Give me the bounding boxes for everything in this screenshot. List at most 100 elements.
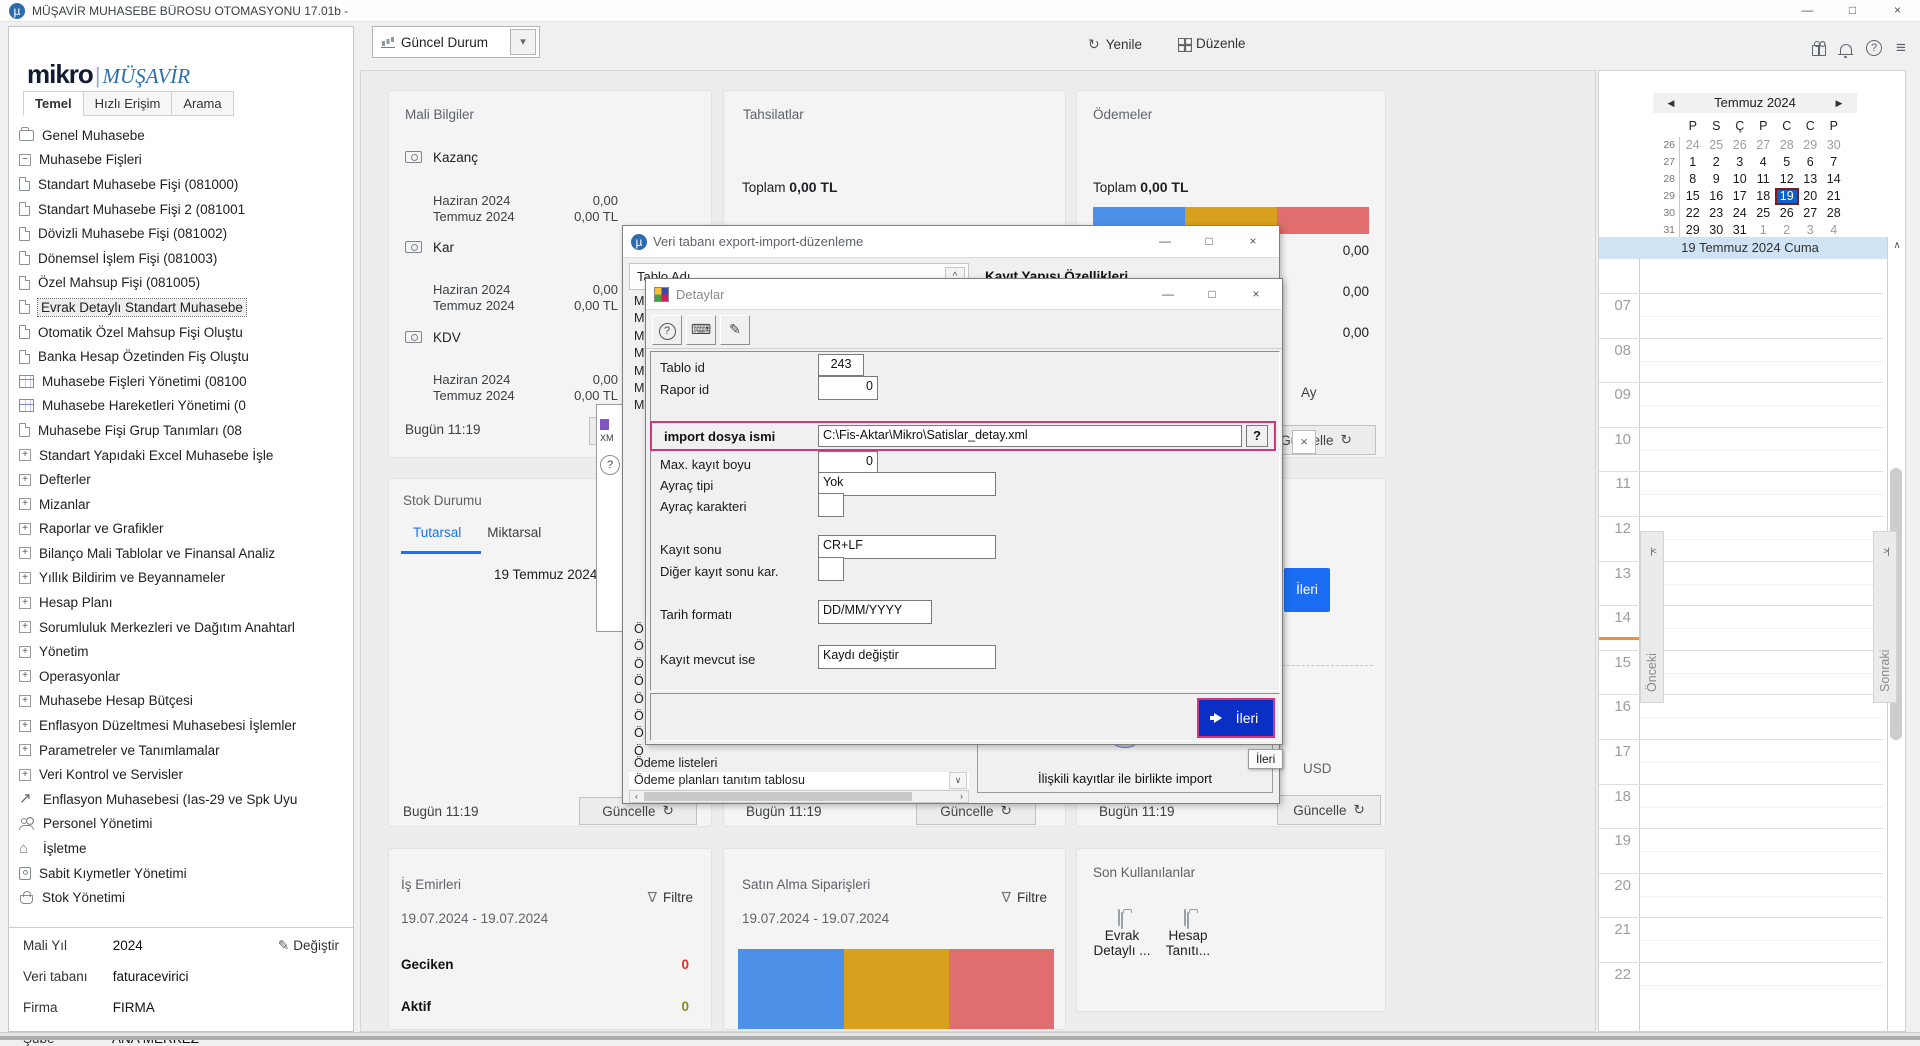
tree-item[interactable]: Muhasebe Fişleri [19,148,351,173]
tab-arama[interactable]: Arama [171,91,233,116]
tree-item[interactable]: Enflasyon Düzeltmesi Muhasebesi İşlemler [19,713,351,738]
calendar-next-icon[interactable]: ▶ [1829,93,1849,113]
wizard-next-button[interactable]: İleri [1284,568,1330,612]
field-ayrac-karakteri[interactable] [818,493,844,517]
calendar-day[interactable]: 12 [1775,171,1799,188]
next-appointment-bar[interactable]: >| Sonraki [1873,531,1897,703]
tab-tutarsal[interactable]: Tutarsal [413,525,461,540]
calendar-day[interactable]: 6 [1799,154,1823,171]
calendar-day[interactable]: 24 [1681,137,1705,154]
ileri-next-button[interactable]: İleri [1197,698,1275,738]
tree-item[interactable]: Standart Muhasebe Fişi (081000) [19,172,351,197]
field-tablo-id[interactable]: 243 [818,354,864,376]
dialog-close-button[interactable]: × [1231,226,1275,258]
notifications-bell-icon[interactable] [1840,44,1852,54]
table-list-row-selected[interactable]: Ödeme planları tanıtım tablosu [629,772,969,789]
tree-item[interactable]: Dövizli Muhasebe Fişi (081002) [19,221,351,246]
tree-item[interactable]: Bilanço Mali Tablolar ve Finansal Analiz [19,541,351,566]
dialog-minimize-button[interactable]: — [1146,279,1190,310]
view-selector-dropdown-button[interactable]: ▾ [510,29,536,55]
tree-item[interactable]: Defterler [19,467,351,492]
scroll-up-icon[interactable]: ∧ [1888,237,1906,255]
calendar-day[interactable]: 26 [1728,137,1752,154]
table-list-row[interactable]: Ödeme listeleri [629,755,969,772]
tree-item[interactable]: Banka Hesap Özetinden Fiş Oluştu [19,344,351,369]
tree-item[interactable]: Raporlar ve Grafikler [19,517,351,542]
tree-item[interactable]: Muhasebe Fişleri Yönetimi (08100 [19,369,351,394]
tree-item[interactable]: Özel Mahsup Fişi (081005) [19,271,351,296]
scrollbar-thumb[interactable] [644,792,912,801]
tree-item[interactable]: Genel Muhasebe [19,123,351,148]
calendar-day[interactable]: 21 [1822,188,1846,205]
calendar-day[interactable]: 28 [1822,205,1846,222]
tree-item[interactable]: Parametreler ve Tanımlamalar [19,738,351,763]
calendar-day[interactable]: 1 [1681,154,1705,171]
help-icon[interactable]: ? [600,455,620,475]
filter-button[interactable]: ∇Filtre [648,889,693,906]
calendar-day[interactable]: 30 [1822,137,1846,154]
dialog-maximize-button[interactable]: □ [1187,226,1231,258]
keyboard-button[interactable]: ⌨ [686,315,716,345]
calendar-day[interactable]: 3 [1728,154,1752,171]
calendar-day[interactable]: 9 [1705,171,1729,188]
field-tarih-formati[interactable]: DD/MM/YYYY [818,600,932,624]
field-ayrac-tipi[interactable]: Yok [818,472,996,496]
tree-item[interactable]: Operasyonlar [19,664,351,689]
calendar-day[interactable]: 19 [1775,188,1799,205]
tree-item[interactable]: Yıllık Bildirim ve Beyannameler [19,566,351,591]
tree-item[interactable]: Dönemsel İşlem Fişi (081003) [19,246,351,271]
previous-appointment-bar[interactable]: |< Önceki [1640,531,1664,703]
dialog-titlebar[interactable]: µ Veri tabanı export-import-düzenleme — … [623,226,1279,258]
tree-item[interactable]: Standart Yapıdaki Excel Muhasebe İşle [19,443,351,468]
field-diger-kayit-sonu[interactable] [818,557,844,581]
calendar-day[interactable]: 5 [1775,154,1799,171]
tree-item[interactable]: Enflasyon Muhasebesi (Ias-29 ve Spk Uyu [19,787,351,812]
tree-item[interactable]: Veri Kontrol ve Servisler [19,762,351,787]
tree-item[interactable]: Muhasebe Fişi Grup Tanımları (08 [19,418,351,443]
calendar-day[interactable]: 23 [1705,205,1729,222]
tree-item[interactable]: Muhasebe Hesap Bütçesi [19,689,351,714]
calendar-day[interactable]: 17 [1728,188,1752,205]
calendar-day[interactable]: 2 [1705,154,1729,171]
scroll-down-icon[interactable]: ∨ [949,772,967,789]
calendar-day[interactable]: 27 [1799,205,1823,222]
scroll-left-icon[interactable]: ‹ [630,791,643,802]
gift-icon[interactable] [1812,45,1826,56]
help-icon[interactable]: ? [1866,40,1882,56]
help-button[interactable]: ? [652,315,682,345]
field-kayit-sonu[interactable]: CR+LF [818,535,996,559]
calendar-day[interactable]: 4 [1752,154,1776,171]
calendar-day[interactable]: 11 [1752,171,1776,188]
field-rapor-id[interactable]: 0 [818,376,878,400]
popup-close-icon[interactable]: × [1292,430,1316,454]
tree-item[interactable]: İşletme [19,836,351,861]
hamburger-menu-icon[interactable]: ≡ [1896,41,1906,55]
window-minimize-button[interactable]: — [1785,0,1830,22]
calendar-day[interactable]: 20 [1799,188,1823,205]
tree-item[interactable]: Stok Yönetimi [19,885,351,910]
edit-button[interactable]: ✎ [720,315,750,345]
calendar-day[interactable]: 26 [1775,205,1799,222]
tree-item[interactable]: Hesap Planı [19,590,351,615]
recent-item-evrak[interactable]: Evrak Detaylı ... [1087,913,1157,958]
update-button[interactable]: Güncelle↻ [1277,795,1381,825]
calendar-day[interactable]: 27 [1752,137,1776,154]
tab-miktarsal[interactable]: Miktarsal [487,525,541,540]
dialog-minimize-button[interactable]: — [1143,226,1187,258]
calendar-day[interactable]: 22 [1681,205,1705,222]
calendar-day[interactable]: 25 [1752,205,1776,222]
calendar-day[interactable]: 10 [1728,171,1752,188]
tree-item[interactable]: Otomatik Özel Mahsup Fişi Oluştu [19,320,351,345]
calendar-day[interactable]: 24 [1728,205,1752,222]
scroll-right-icon[interactable]: › [955,791,968,802]
calendar-day[interactable]: 29 [1799,137,1823,154]
refresh-button[interactable]: ↻ Yenile [1088,36,1142,53]
calendar-prev-icon[interactable]: ◀ [1661,93,1681,113]
calendar-day[interactable]: 8 [1681,171,1705,188]
calendar-day[interactable]: 16 [1705,188,1729,205]
file-browse-help-button[interactable]: ? [1246,425,1268,447]
calendar-day[interactable]: 13 [1799,171,1823,188]
dialog-close-button[interactable]: × [1234,279,1278,310]
tab-temel[interactable]: Temel [23,91,84,116]
tree-item[interactable]: Evrak Detaylı Standart Muhasebe [19,295,351,320]
